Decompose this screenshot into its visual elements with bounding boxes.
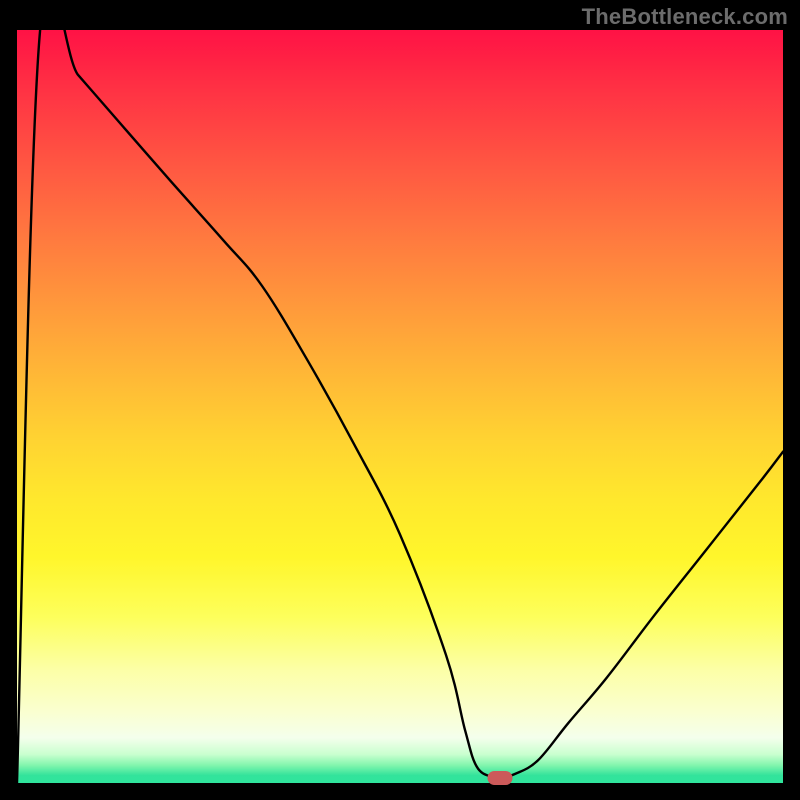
plot-area: [17, 30, 783, 783]
attribution-text: TheBottleneck.com: [582, 4, 788, 30]
chart-frame: TheBottleneck.com: [0, 0, 800, 800]
optimum-marker: [487, 771, 512, 785]
curve-path: [17, 30, 783, 783]
bottleneck-curve: [17, 30, 783, 783]
